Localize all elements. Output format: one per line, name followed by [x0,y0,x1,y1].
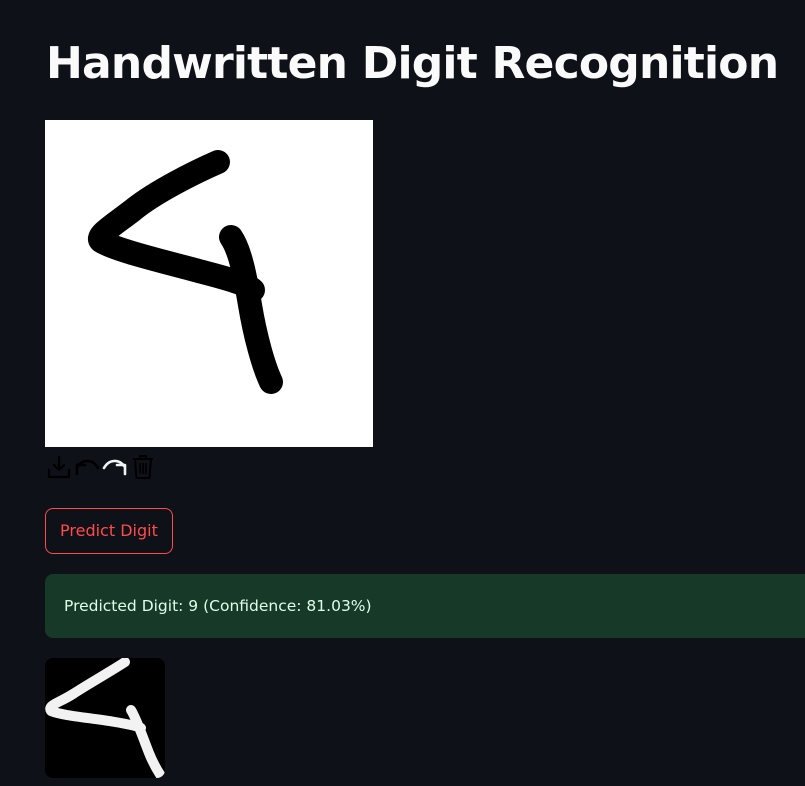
download-icon[interactable] [45,453,73,481]
redo-icon[interactable] [101,453,129,481]
app-page: Handwritten Digit Recognition Predict Di… [0,0,805,786]
preprocessed-digit-image [45,658,165,778]
prediction-result-text: Predicted Digit: 9 (Confidence: 81.03%) [64,597,372,615]
trash-icon[interactable] [129,453,157,481]
drawn-stroke [87,150,283,394]
drawing-canvas[interactable] [45,120,373,447]
undo-icon[interactable] [73,453,101,481]
page-title: Handwritten Digit Recognition [46,38,779,89]
predict-digit-button[interactable]: Predict Digit [45,508,173,554]
prediction-result-alert: Predicted Digit: 9 (Confidence: 81.03%) [45,574,805,638]
canvas-toolbar [45,452,157,482]
